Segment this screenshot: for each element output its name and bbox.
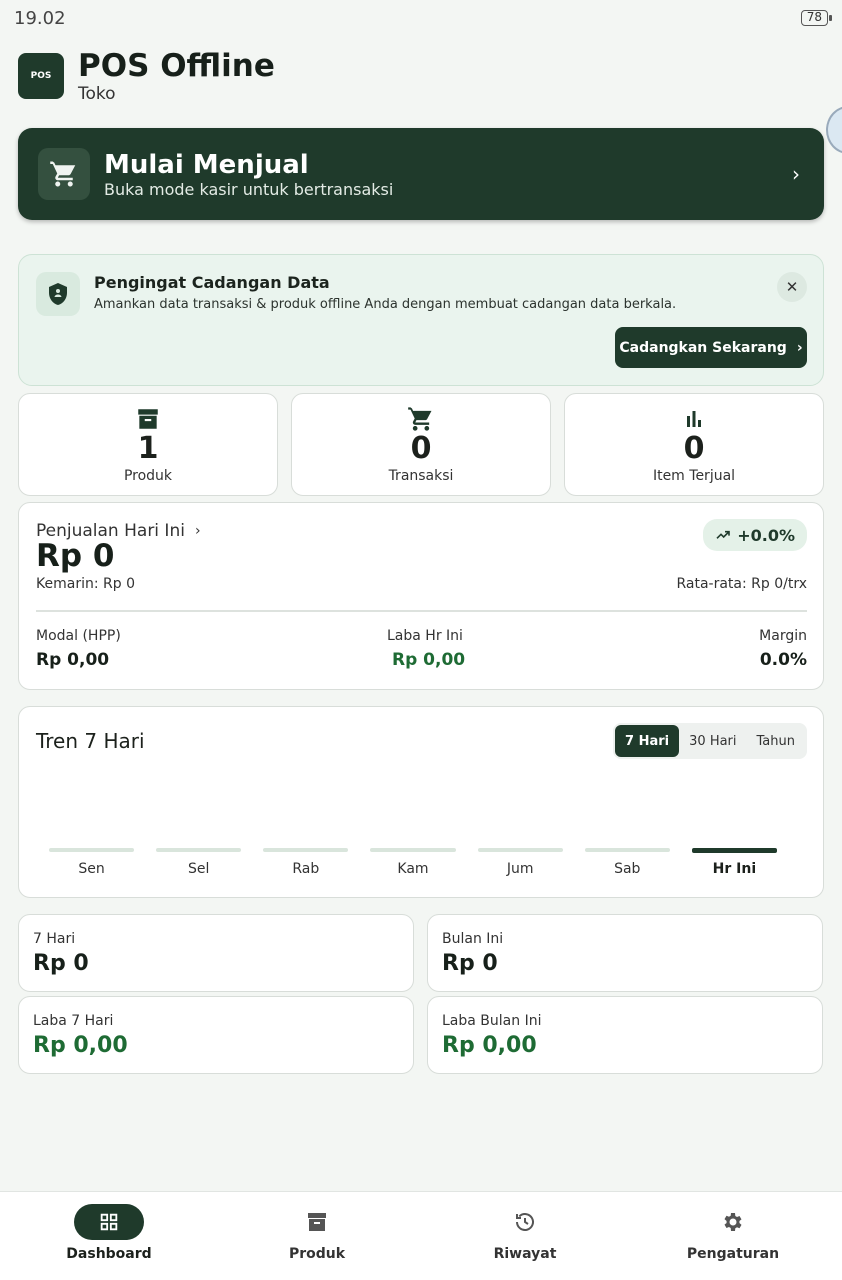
summary-profit-7-days: Laba 7 Hari Rp 0,00: [18, 996, 414, 1074]
cart-icon: [408, 407, 432, 431]
summary-label: Laba Bulan Ini: [442, 1013, 542, 1029]
stat-card-items-sold[interactable]: 0 Item Terjual: [564, 393, 824, 496]
archive-icon: [308, 1213, 326, 1231]
trend-bar: [691, 848, 777, 853]
trend-bar: [584, 848, 670, 852]
trend-bar: [477, 848, 563, 852]
summary-label: 7 Hari: [33, 931, 76, 947]
nav-label: Pengaturan: [686, 1246, 780, 1262]
stat-card-products[interactable]: 1 Produk: [18, 393, 278, 496]
backup-reminder-card: Pengingat Cadangan Data Amankan data tra…: [18, 254, 824, 386]
trend-bar: [370, 848, 456, 852]
sales-today-card: Penjualan Hari Ini › Rp 0 +0.0% Kemarin:…: [18, 502, 824, 690]
summary-label: Bulan Ini: [442, 931, 504, 947]
cost-label: Modal (HPP): [36, 628, 121, 644]
nav-settings[interactable]: Pengaturan: [628, 1192, 838, 1280]
archive-icon: [138, 409, 158, 429]
summary-value: Rp 0,00: [442, 1033, 537, 1058]
average-per-transaction: Rata-rata: Rp 0/trx: [676, 576, 807, 592]
summary-value: Rp 0,00: [33, 1033, 128, 1058]
grid-icon: [100, 1213, 118, 1231]
cost-value: Rp 0,00: [36, 650, 110, 670]
app-title: POS Offline: [78, 48, 275, 84]
summary-profit-this-month: Laba Bulan Ini Rp 0,00: [427, 996, 823, 1074]
stat-label: Transaksi: [388, 468, 454, 484]
trend-bar: [263, 848, 349, 852]
profit-today-value: Rp 0,00: [392, 650, 466, 670]
stat-value: 0: [683, 431, 705, 466]
range-selector: 7 Hari 30 Hari Tahun: [613, 723, 807, 759]
backup-now-label: Cadangkan Sekarang: [619, 339, 787, 356]
stat-label: Item Terjual: [652, 468, 736, 484]
chevron-right-icon: ›: [792, 162, 800, 186]
summary-7-days: 7 Hari Rp 0: [18, 914, 414, 992]
status-time: 19.02: [14, 7, 66, 29]
trend-title: Tren 7 Hari: [36, 729, 145, 753]
nav-history[interactable]: Riwayat: [420, 1192, 630, 1280]
sales-change-badge: +0.0%: [703, 519, 807, 551]
divider: [36, 610, 807, 612]
bar-chart-icon: [687, 411, 701, 427]
sell-card-title: Mulai Menjual: [104, 149, 309, 180]
bottom-navigation: Dashboard Produk Riwayat Pengaturan: [0, 1191, 842, 1280]
summary-value: Rp 0: [33, 951, 89, 976]
margin-value: 0.0%: [759, 650, 807, 670]
floating-avatar[interactable]: [826, 106, 842, 154]
chevron-right-icon: ›: [796, 339, 803, 356]
yesterday-sales: Kemarin: Rp 0: [36, 576, 135, 592]
backup-description: Amankan data transaksi & produk offline …: [94, 297, 677, 312]
status-bar: 19.02 78: [0, 0, 842, 36]
profit-today-label: Laba Hr Ini: [387, 628, 463, 644]
cart-icon: [50, 161, 76, 187]
app-logo: POS: [18, 53, 64, 99]
sales-change-value: +0.0%: [737, 525, 795, 545]
trend-card: Tren 7 Hari 7 Hari 30 Hari Tahun Sen Sel R…: [18, 706, 824, 898]
range-option-year[interactable]: Tahun: [747, 725, 805, 757]
summary-this-month: Bulan Ini Rp 0: [427, 914, 823, 992]
nav-label: Riwayat: [493, 1246, 557, 1262]
history-icon: [516, 1213, 534, 1231]
trend-bar: [49, 848, 135, 852]
stat-value: 0: [410, 431, 432, 466]
close-icon[interactable]: ✕: [777, 272, 807, 302]
cart-icon-box: [38, 148, 90, 200]
trend-day-label: Hr Ini: [712, 861, 757, 877]
app-logo-text: POS: [30, 71, 52, 81]
trend-day-label: Sab: [614, 861, 641, 877]
app-header: POS POS Offline Toko: [18, 48, 275, 104]
summary-label: Laba 7 Hari: [33, 1013, 114, 1029]
app-subtitle: Toko: [78, 84, 116, 104]
stat-card-transactions[interactable]: 0 Transaksi: [291, 393, 551, 496]
nav-label: Produk: [288, 1246, 346, 1262]
trending-up-icon: [716, 530, 731, 539]
nav-label: Dashboard: [66, 1246, 152, 1262]
backup-title: Pengingat Cadangan Data: [94, 273, 330, 292]
gear-icon: [724, 1213, 742, 1231]
margin-label: Margin: [759, 628, 807, 644]
range-option-7-days[interactable]: 7 Hari: [615, 725, 680, 757]
sales-today-value: Rp 0: [36, 538, 115, 574]
chevron-right-icon: ›: [194, 523, 201, 539]
stat-label: Produk: [123, 468, 173, 484]
range-option-30-days[interactable]: 30 Hari: [679, 725, 746, 757]
summary-value: Rp 0: [442, 951, 498, 976]
sell-card-subtitle: Buka mode kasir untuk bertransaksi: [104, 179, 394, 199]
nav-dashboard[interactable]: Dashboard: [4, 1192, 214, 1280]
trend-day-label: Jum: [506, 861, 534, 877]
stat-value: 1: [137, 431, 159, 466]
trend-day-label: Sen: [78, 861, 105, 877]
backup-now-button[interactable]: Cadangkan Sekarang ›: [615, 327, 807, 368]
start-selling-card[interactable]: Mulai Menjual Buka mode kasir untuk bert…: [18, 128, 824, 220]
trend-day-label: Sel: [188, 861, 210, 877]
trend-day-label: Rab: [292, 861, 320, 877]
nav-products[interactable]: Produk: [212, 1192, 422, 1280]
shield-icon: [49, 283, 67, 305]
trend-bar: [156, 848, 242, 852]
battery-indicator: 78: [800, 10, 833, 26]
trend-bars: [47, 848, 797, 854]
trend-day-label: Kam: [397, 861, 429, 877]
shield-icon-box: [36, 272, 80, 316]
